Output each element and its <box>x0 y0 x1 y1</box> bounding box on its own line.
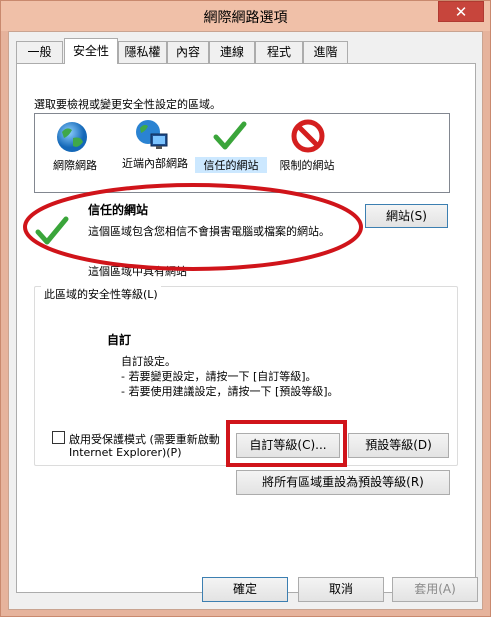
annotation-rectangle <box>226 420 347 467</box>
zone-label-internet: 網際網路 <box>53 159 97 172</box>
security-level-group-label: 此區域的安全性等級(L) <box>41 286 161 302</box>
intranet-icon <box>136 120 168 149</box>
restricted-icon <box>291 119 325 153</box>
window-title: 網際網路選項 <box>203 10 288 26</box>
protected-mode-checkbox[interactable] <box>52 431 65 444</box>
default-level-button[interactable]: 預設等級(D) <box>348 433 449 458</box>
tab-advanced[interactable]: 進階 <box>303 41 348 63</box>
zone-label-local-intranet: 近端內部網路 <box>122 157 188 170</box>
zone-select-prompt: 選取要檢視或變更安全性設定的區域。 <box>34 98 221 111</box>
title-bar[interactable]: 網際網路選項 ✕ <box>1 1 490 31</box>
tab-privacy[interactable]: 隱私權 <box>118 41 167 63</box>
sites-button[interactable]: 網站(S) <box>365 204 448 228</box>
reset-all-zones-button[interactable]: 將所有區域重設為預設等級(R) <box>236 470 450 495</box>
security-level-line-3: - 若要使用建議設定，請按一下 [預設等級]。 <box>121 385 339 398</box>
dialog-window: 網際網路選項 ✕ 一般 安全性 隱私權 內容 連線 程式 進階 選取要檢視或變更… <box>0 0 491 617</box>
close-button[interactable]: ✕ <box>438 1 484 22</box>
tab-programs[interactable]: 程式 <box>255 41 303 63</box>
security-level-line-1: 自訂設定。 <box>121 355 176 368</box>
ok-button[interactable]: 確定 <box>202 577 288 602</box>
annotation-ellipse <box>23 183 363 271</box>
tab-general[interactable]: 一般 <box>16 41 63 63</box>
zone-internet[interactable]: 網際網路 <box>35 114 115 180</box>
zone-label-trusted-sites: 信任的網站 <box>195 157 267 173</box>
zone-restricted-sites[interactable]: 限制的網站 <box>267 114 347 180</box>
cancel-button[interactable]: 取消 <box>298 577 384 602</box>
apply-button[interactable]: 套用(A) <box>392 577 478 602</box>
tab-content[interactable]: 內容 <box>167 41 209 63</box>
zone-label-restricted-sites: 限制的網站 <box>279 159 335 172</box>
tab-security[interactable]: 安全性 <box>64 38 118 64</box>
globe-icon <box>57 122 87 152</box>
tab-connections[interactable]: 連線 <box>209 41 255 63</box>
protected-mode-label-line-2: Internet Explorer)(P) <box>69 446 182 459</box>
security-level-line-2: - 若要變更設定，請按一下 [自訂等級]。 <box>121 370 317 383</box>
zone-trusted-sites[interactable]: 信任的網站 <box>195 114 267 180</box>
checkmark-icon <box>213 121 247 150</box>
protected-mode-label-line-1: 啟用受保護模式 (需要重新啟動 <box>69 433 220 446</box>
security-level-name: 自訂 <box>107 333 132 347</box>
